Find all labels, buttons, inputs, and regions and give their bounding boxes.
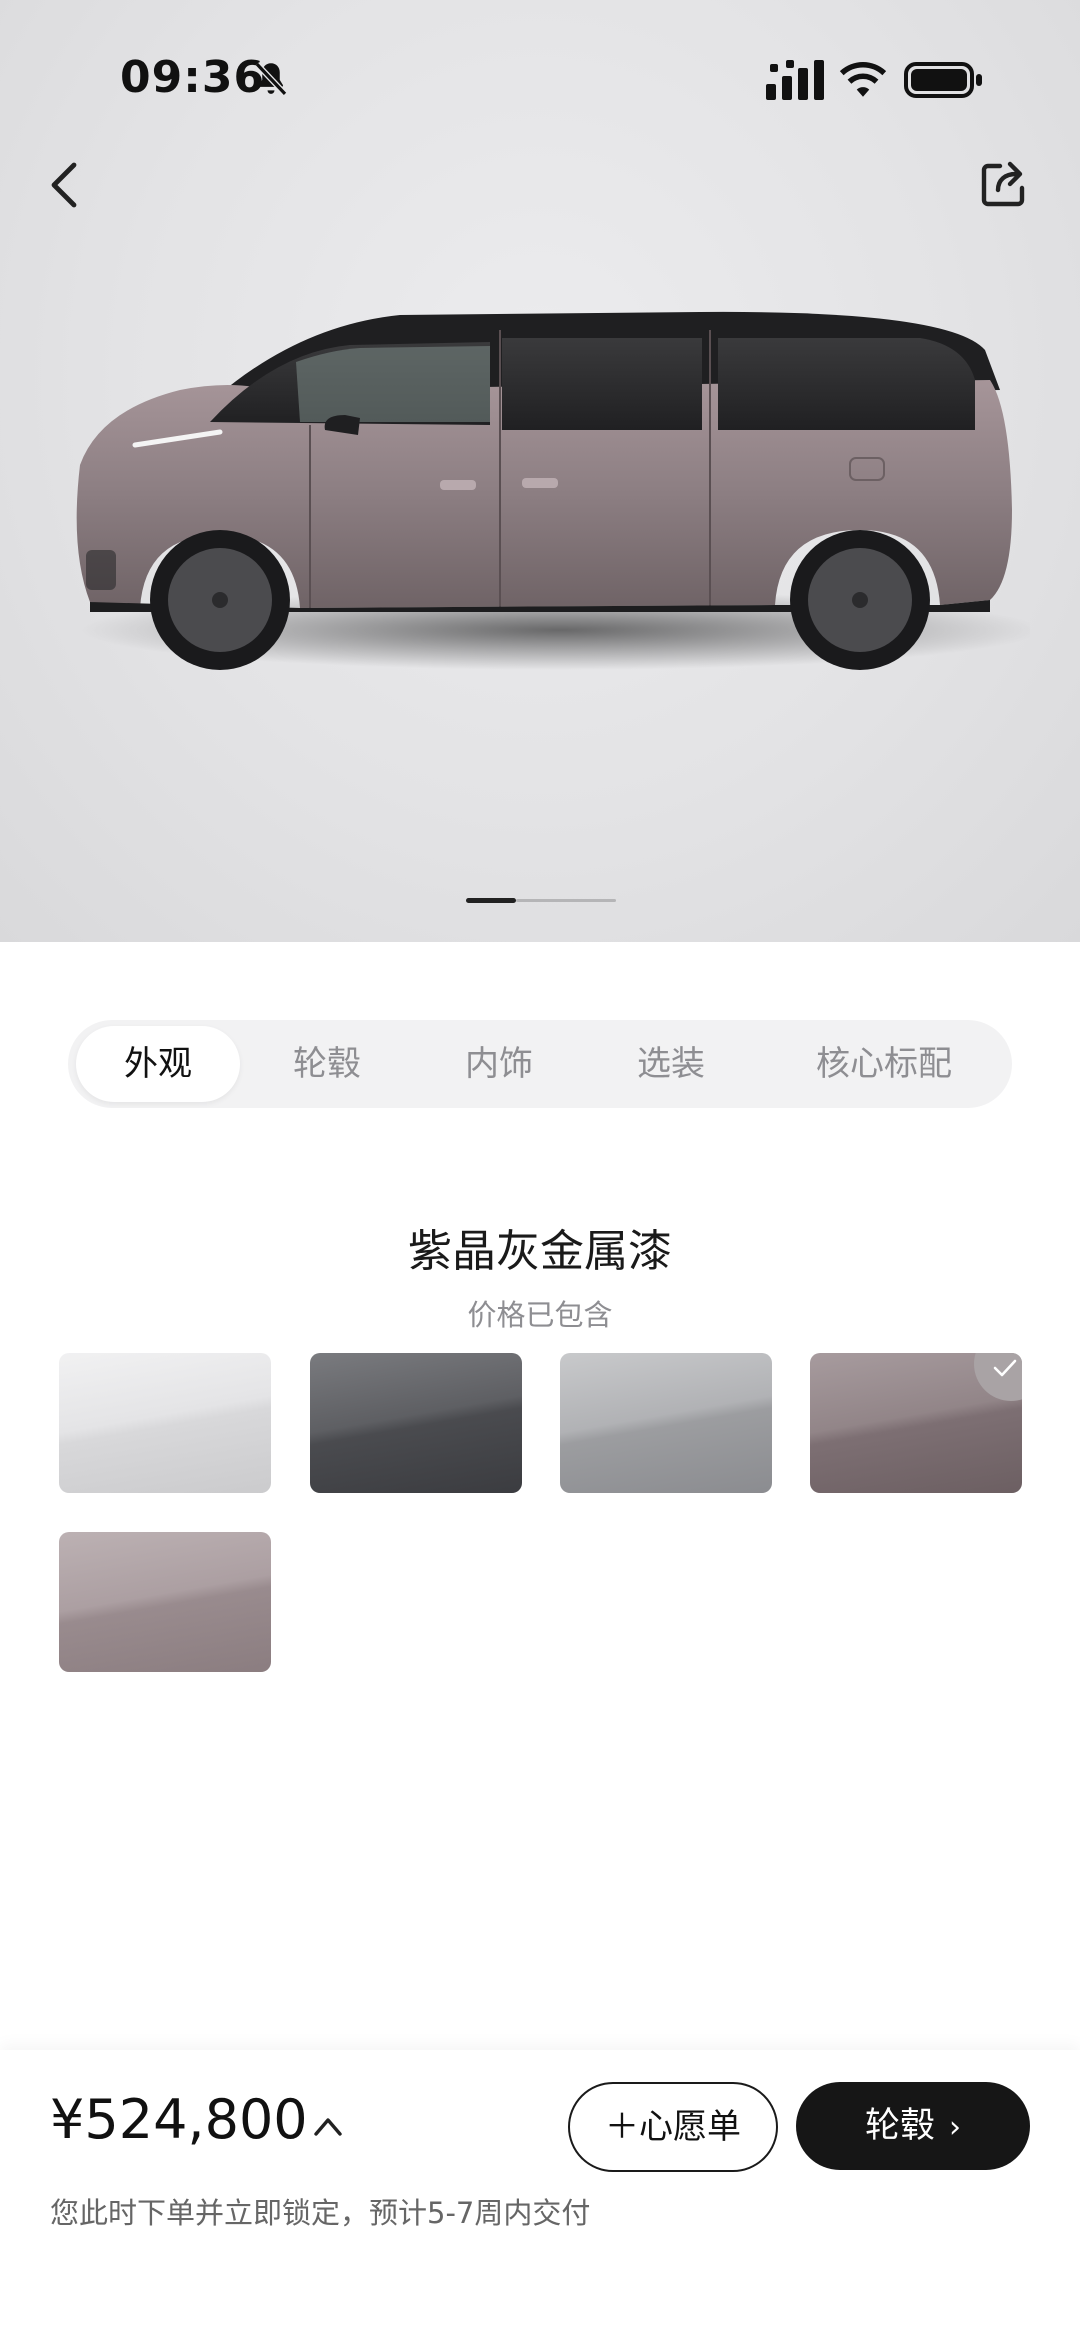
selected-check-badge (974, 1353, 1022, 1401)
pager-indicator-active (466, 898, 516, 903)
tab-exterior[interactable]: 外观 (76, 1026, 240, 1102)
selected-color-name: 紫晶灰金属漆 (408, 1226, 672, 1277)
total-price: ¥524,800 (50, 2088, 308, 2151)
tab-wheels[interactable]: 轮毂 (244, 1026, 410, 1102)
pager-indicator-track (516, 899, 616, 902)
tab-core-features[interactable]: 核心标配 (762, 1026, 1006, 1102)
signal-icon (766, 60, 824, 100)
hero-image-area[interactable]: 09:36 (0, 0, 1080, 942)
back-button[interactable] (40, 155, 88, 215)
status-time: 09:36 (120, 52, 266, 103)
color-swatch-white[interactable] (59, 1353, 271, 1493)
color-swatch-silver[interactable] (560, 1353, 772, 1493)
config-tabs: 外观 轮毂 内饰 选装 核心标配 (68, 1020, 1012, 1108)
color-swatch-amethyst-gray[interactable] (810, 1353, 1022, 1493)
wifi-icon (839, 61, 887, 97)
bell-off-icon (254, 62, 288, 96)
add-wishlist-button[interactable]: ＋心愿单 (568, 2082, 778, 2172)
next-step-button[interactable]: 轮毂 › (796, 2082, 1030, 2170)
color-swatch-dark-gray[interactable] (310, 1353, 522, 1493)
check-icon (993, 1359, 1017, 1377)
chevron-up-icon[interactable] (310, 2112, 346, 2140)
tab-options[interactable]: 选装 (588, 1026, 754, 1102)
status-bar: 09:36 (0, 0, 1080, 160)
car-image (76, 311, 1030, 670)
delivery-estimate: 您此时下单并立即锁定，预计5-7周内交付 (50, 2196, 591, 2230)
share-icon[interactable] (976, 155, 1032, 213)
color-swatch-rose-gray[interactable] (59, 1532, 271, 1672)
next-step-label: 轮毂 (864, 2106, 935, 2146)
image-pager[interactable] (466, 898, 616, 904)
battery-icon (904, 62, 982, 98)
price-included-note: 价格已包含 (467, 1298, 613, 1332)
tab-interior[interactable]: 内饰 (416, 1026, 582, 1102)
chevron-right-icon: › (949, 2110, 961, 2145)
